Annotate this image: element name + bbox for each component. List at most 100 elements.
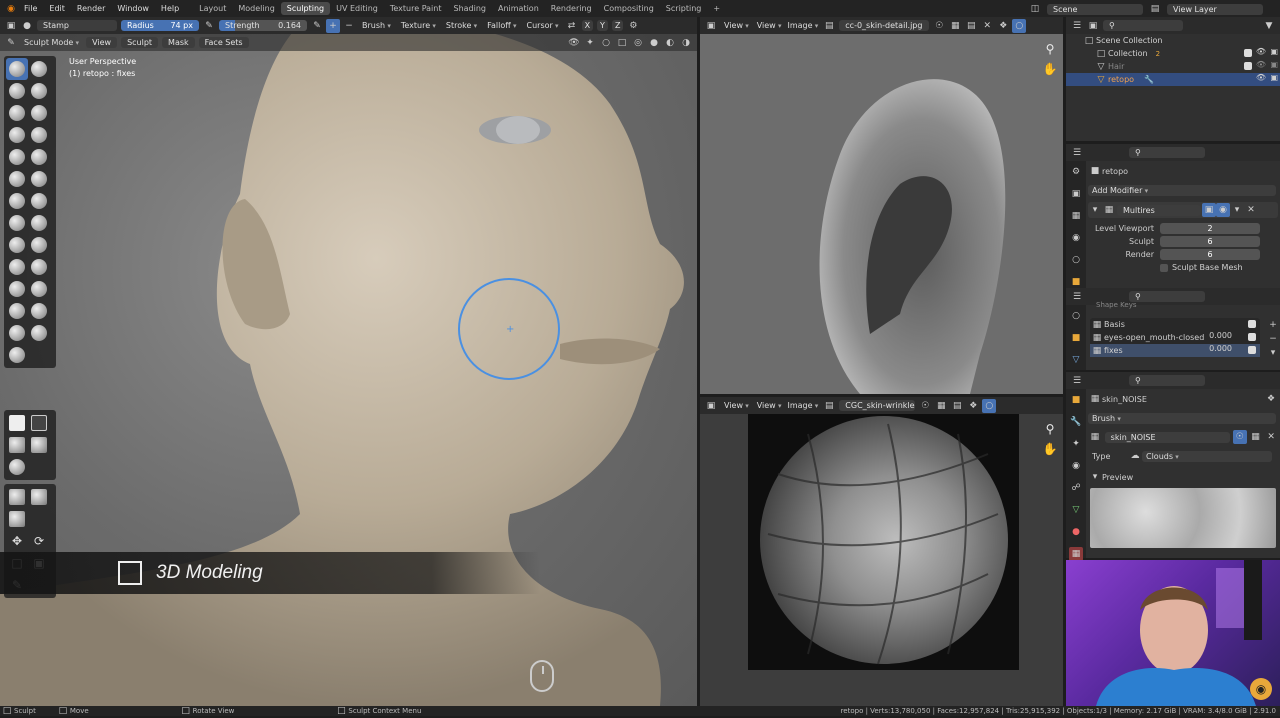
strength-pressure-icon[interactable]: ✎ xyxy=(310,19,324,33)
render-level-field[interactable]: 6 xyxy=(1160,249,1260,260)
menu-window[interactable]: Window xyxy=(111,4,155,13)
output-tab-icon[interactable]: ▦ xyxy=(1069,209,1083,223)
scene-tab-icon[interactable]: ◉ xyxy=(1069,231,1083,245)
pin-icon[interactable]: ❖ xyxy=(996,19,1010,33)
modifier-tab-icon-2[interactable]: 🔧 xyxy=(1069,415,1083,429)
cloth-brush-icon[interactable] xyxy=(6,322,28,344)
texture-pin-icon[interactable]: ❖ xyxy=(1264,392,1278,406)
multires-name-field[interactable]: Multires xyxy=(1117,204,1201,216)
slide-relax-brush-icon[interactable] xyxy=(6,300,28,322)
pan-hand-icon[interactable]: ✋ xyxy=(1043,62,1058,76)
image-browse-icon[interactable]: ▤ xyxy=(822,19,836,33)
hair-checkbox[interactable] xyxy=(1244,62,1252,70)
box-face-set-icon[interactable] xyxy=(6,434,28,456)
remove-shape-key-icon[interactable]: − xyxy=(1266,332,1280,346)
blob-brush-icon[interactable] xyxy=(28,124,50,146)
properties-editor-icon-3[interactable]: ☰ xyxy=(1070,374,1084,388)
shading-solid-icon[interactable]: ● xyxy=(647,36,661,50)
brush-preview-icon[interactable]: ● xyxy=(20,19,34,33)
boundary-brush-icon[interactable] xyxy=(28,300,50,322)
tab-shading[interactable]: Shading xyxy=(447,2,492,15)
shape-key-mute-checkbox[interactable] xyxy=(1248,320,1256,328)
sculpt-menu[interactable]: Sculpt xyxy=(121,37,159,48)
shape-key-mute-checkbox[interactable] xyxy=(1248,346,1256,354)
view-menu[interactable]: View xyxy=(86,37,118,48)
box-hide-icon[interactable] xyxy=(28,412,50,434)
properties-search-input-3[interactable]: ⚲ xyxy=(1129,375,1205,386)
outliner-item-retopo[interactable]: ▽ retopo 🔧 👁 ▣ xyxy=(1066,73,1280,86)
xray-icon[interactable]: □ xyxy=(615,36,629,50)
inflate-brush-icon[interactable] xyxy=(6,124,28,146)
outliner-item-hair[interactable]: ▽ Hair 👁 ▣ xyxy=(1066,60,1280,73)
sculpt-level-field[interactable]: 6 xyxy=(1160,236,1260,247)
filter-icon[interactable]: ▼ xyxy=(1262,19,1276,33)
image-editor-icon[interactable]: ▣ xyxy=(704,19,718,33)
zoom-icon-2[interactable]: ⚲ xyxy=(1043,422,1057,436)
draw-sharp-brush-icon[interactable] xyxy=(28,58,50,80)
falloff-menu[interactable]: Falloff xyxy=(483,20,520,31)
shape-key-value[interactable]: 0.000 xyxy=(1209,344,1232,353)
preview-collapse-icon[interactable]: ▾ xyxy=(1088,470,1102,484)
texture-image-view[interactable]: ⚲ ✋ xyxy=(700,414,1063,706)
visibility-icon[interactable]: 👁 xyxy=(567,36,581,50)
draw-brush-icon[interactable] xyxy=(6,58,28,80)
brush-menu[interactable]: Brush xyxy=(358,20,395,31)
shape-key-value[interactable]: 0.000 xyxy=(1209,331,1232,340)
texture-context-dropdown[interactable]: Brush xyxy=(1088,412,1276,424)
shape-key-item[interactable]: ▦ eyes-open_mouth-closed 0.000 xyxy=(1090,331,1260,344)
preview-panel-header[interactable]: ▾ Preview xyxy=(1088,470,1278,484)
add-modifier-button[interactable]: Add Modifier xyxy=(1088,184,1276,196)
texture-new-icon[interactable]: ▦ xyxy=(1249,430,1263,444)
image-view-menu[interactable]: View xyxy=(755,20,784,31)
fake-user-icon-2[interactable]: ☉ xyxy=(918,399,932,413)
outliner-display-icon[interactable]: ▣ xyxy=(1086,19,1100,33)
box-mask-icon[interactable] xyxy=(6,412,28,434)
retopo-eye-icon[interactable]: 👁 xyxy=(1256,73,1266,82)
tab-modeling[interactable]: Modeling xyxy=(232,2,280,15)
hair-eye-icon[interactable]: 👁 xyxy=(1256,60,1266,69)
view-layer-icon[interactable]: ▤ xyxy=(1148,2,1162,16)
image-editor-icon-2[interactable]: ▣ xyxy=(704,399,718,413)
properties-search-input[interactable]: ⚲ xyxy=(1129,147,1205,158)
unlink-image-icon[interactable]: ✕ xyxy=(980,19,994,33)
tab-sculpting[interactable]: Sculpting xyxy=(280,2,331,15)
image-image-menu-2[interactable]: Image xyxy=(785,400,820,411)
shading-rendered-icon[interactable]: ◑ xyxy=(679,36,693,50)
world-tab-icon-2[interactable]: ○ xyxy=(1069,309,1083,323)
smooth-brush-icon[interactable] xyxy=(28,146,50,168)
shape-key-menu-icon[interactable]: ▾ xyxy=(1266,346,1280,360)
mask-brush-icon[interactable] xyxy=(6,344,28,366)
texture-browse-icon[interactable]: ▦ xyxy=(1088,430,1102,444)
open-image-icon[interactable]: ▤ xyxy=(964,19,978,33)
texture-menu[interactable]: Texture xyxy=(397,20,440,31)
collapse-icon[interactable]: ▾ xyxy=(1088,203,1102,217)
move-icon[interactable]: ✥ xyxy=(6,530,28,552)
show-render-icon[interactable]: ◉ xyxy=(1216,203,1230,217)
texture-datablock-field[interactable]: skin_NOISE xyxy=(1104,431,1230,443)
overlays-icon[interactable]: ○ xyxy=(599,36,613,50)
scene-field[interactable]: Scene xyxy=(1047,3,1143,15)
clay-thumb-brush-icon[interactable] xyxy=(6,102,28,124)
open-image-icon-2[interactable]: ▤ xyxy=(950,399,964,413)
image-name-field[interactable]: cc-0_skin-detail.jpg xyxy=(839,20,930,31)
image-view-dropdown-2[interactable]: View xyxy=(720,400,753,411)
shape-key-item[interactable]: ▦ fixes 0.000 xyxy=(1090,344,1260,357)
level-viewport-field[interactable]: 2 xyxy=(1160,223,1260,234)
fake-user-icon[interactable]: ☉ xyxy=(932,19,946,33)
tab-texture-paint[interactable]: Texture Paint xyxy=(384,2,448,15)
collection-checkbox[interactable] xyxy=(1244,49,1252,57)
editor-type-icon[interactable]: ▣ xyxy=(4,19,18,33)
world-tab-icon[interactable]: ○ xyxy=(1069,253,1083,267)
gizmo-icon[interactable]: ✦ xyxy=(583,36,597,50)
axis-x-button[interactable]: X xyxy=(581,20,594,31)
collection-camera-icon[interactable]: ▣ xyxy=(1270,47,1278,56)
tab-compositing[interactable]: Compositing xyxy=(598,2,660,15)
retopo-camera-icon[interactable]: ▣ xyxy=(1270,73,1278,82)
show-viewport-icon[interactable]: ▣ xyxy=(1202,203,1216,217)
overlays-toggle-icon-2[interactable]: ○ xyxy=(982,398,997,413)
shading-wire-icon[interactable]: ◎ xyxy=(631,36,645,50)
modifier-options-icon[interactable]: ▾ xyxy=(1230,203,1244,217)
particles-tab-icon[interactable]: ✦ xyxy=(1069,437,1083,451)
axis-z-button[interactable]: Z xyxy=(611,20,624,31)
new-image-icon-2[interactable]: ▦ xyxy=(934,399,948,413)
